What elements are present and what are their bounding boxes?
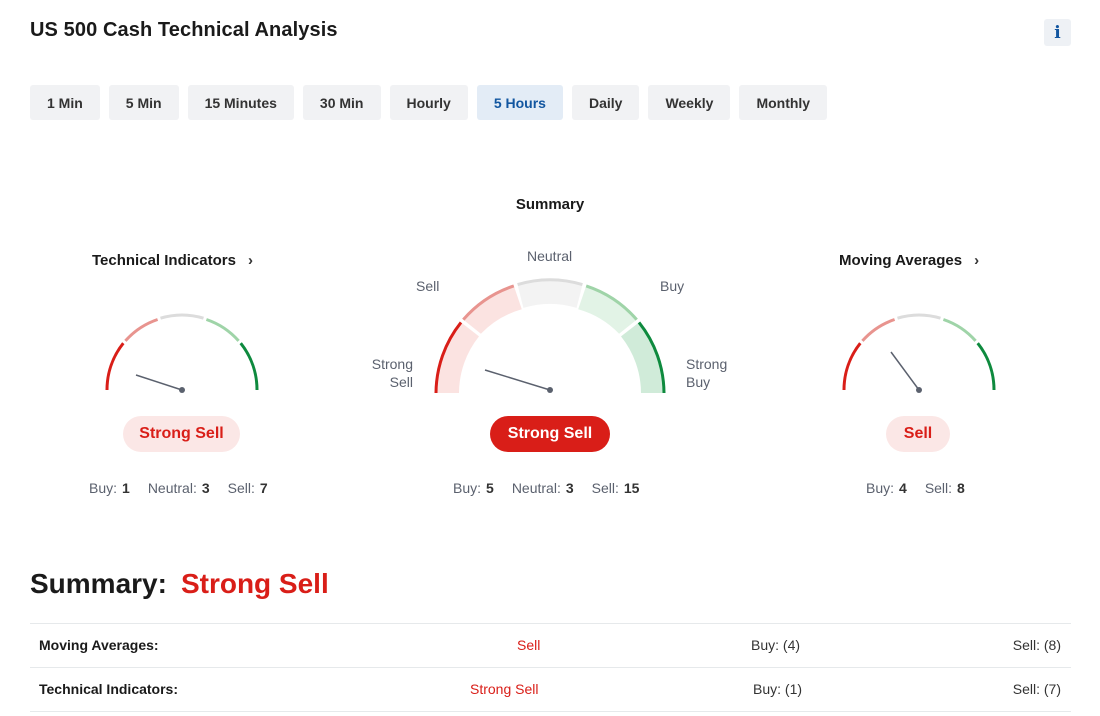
gauge-segment-strong-buy bbox=[239, 342, 259, 391]
ti-sell-count: Sell: 7 bbox=[227, 480, 268, 496]
timeframe-tabs: 1 Min 5 Min 15 Minutes 30 Min Hourly 5 H… bbox=[30, 85, 828, 120]
chevron-right-icon: › bbox=[974, 252, 980, 269]
gauge-needle bbox=[890, 351, 920, 391]
moving-averages-gauge bbox=[842, 313, 996, 393]
gauge-segment-neutral bbox=[897, 313, 941, 320]
summary-gauge bbox=[434, 278, 666, 394]
tab-15-minutes[interactable]: 15 Minutes bbox=[187, 85, 294, 120]
table-row: Technical Indicators: Strong Sell Buy: (… bbox=[30, 668, 1071, 712]
overall-summary-value: Strong Sell bbox=[180, 568, 329, 599]
gauge-segment-strong-buy bbox=[976, 342, 996, 391]
ti-neutral-count: Neutral: 3 bbox=[147, 480, 210, 496]
tab-hourly[interactable]: Hourly bbox=[389, 85, 468, 120]
technical-indicators-link[interactable]: Technical Indicators › bbox=[92, 252, 253, 269]
moving-averages-link[interactable]: Moving Averages › bbox=[839, 252, 979, 269]
summary-heading: Summary bbox=[515, 196, 585, 213]
ma-buy-count: Buy: 4 bbox=[866, 480, 907, 496]
ma-sell-count: Sell: 8 bbox=[924, 480, 965, 496]
info-button[interactable]: i bbox=[1044, 19, 1071, 46]
summary-neutral-count: Neutral: 3 bbox=[511, 480, 574, 496]
technical-indicators-counts: Buy: 1 Neutral: 3 Sell: 7 bbox=[89, 480, 268, 496]
tab-monthly[interactable]: Monthly bbox=[739, 85, 828, 120]
technical-indicators-gauge bbox=[105, 313, 259, 393]
tab-weekly[interactable]: Weekly bbox=[648, 85, 731, 120]
gauge-needle bbox=[135, 374, 183, 391]
gauge-segment-buy bbox=[942, 318, 977, 342]
table-row: Moving Averages: Sell Buy: (4) Sell: (8) bbox=[30, 624, 1071, 668]
gauge-label-strong-buy: Strong Buy bbox=[686, 356, 728, 390]
tab-1-min[interactable]: 1 Min bbox=[30, 85, 100, 120]
tab-5-min[interactable]: 5 Min bbox=[108, 85, 179, 120]
tab-daily[interactable]: Daily bbox=[571, 85, 640, 120]
gauge-segment-sell bbox=[861, 318, 896, 342]
gauge-needle-pivot bbox=[916, 387, 922, 393]
row-verdict: Strong Sell bbox=[470, 681, 539, 697]
gauge-label-neutral: Neutral bbox=[527, 248, 573, 264]
row-name: Technical Indicators: bbox=[39, 681, 178, 697]
moving-averages-counts: Buy: 4 Sell: 8 bbox=[866, 480, 965, 496]
gauge-segment-buy bbox=[205, 318, 240, 342]
gauge-label-strong-sell: Strong Sell bbox=[371, 356, 413, 390]
info-icon: i bbox=[1054, 22, 1061, 43]
row-name: Moving Averages: bbox=[39, 637, 159, 653]
tab-30-min[interactable]: 30 Min bbox=[302, 85, 381, 120]
ti-buy-count: Buy: 1 bbox=[89, 480, 130, 496]
row-sell: Sell: (8) bbox=[1012, 637, 1061, 653]
row-buy: Buy: (4) bbox=[751, 637, 801, 653]
summary-table: Moving Averages: Sell Buy: (4) Sell: (8)… bbox=[30, 623, 1071, 712]
row-sell: Sell: (7) bbox=[1012, 681, 1061, 697]
moving-averages-verdict-badge: Sell bbox=[886, 416, 950, 452]
overall-summary-label: Summary: bbox=[30, 568, 167, 599]
tab-5-hours[interactable]: 5 Hours bbox=[476, 85, 563, 120]
gauge-needle bbox=[484, 369, 551, 391]
gauge-segment-neutral bbox=[160, 313, 204, 320]
moving-averages-title: Moving Averages bbox=[839, 252, 963, 269]
chevron-right-icon: › bbox=[247, 252, 253, 269]
gauge-needle-pivot bbox=[179, 387, 185, 393]
summary-sell-count: Sell: 15 bbox=[591, 480, 640, 496]
summary-verdict-badge: Strong Sell bbox=[490, 416, 610, 452]
gauge-needle-pivot bbox=[547, 387, 553, 393]
row-buy: Buy: (1) bbox=[753, 681, 803, 697]
gauge-segment-strong-sell bbox=[842, 342, 862, 391]
overall-summary: Summary: Strong Sell bbox=[30, 568, 329, 600]
summary-buy-count: Buy: 5 bbox=[453, 480, 494, 496]
page-title: US 500 Cash Technical Analysis bbox=[30, 19, 338, 41]
summary-counts: Buy: 5 Neutral: 3 Sell: 15 bbox=[453, 480, 639, 496]
gauge-segment-sell bbox=[124, 318, 159, 342]
technical-indicators-title: Technical Indicators bbox=[92, 252, 236, 269]
row-verdict: Sell bbox=[517, 637, 541, 653]
technical-indicators-verdict-badge: Strong Sell bbox=[123, 416, 240, 452]
gauge-segment-strong-sell bbox=[105, 342, 125, 391]
